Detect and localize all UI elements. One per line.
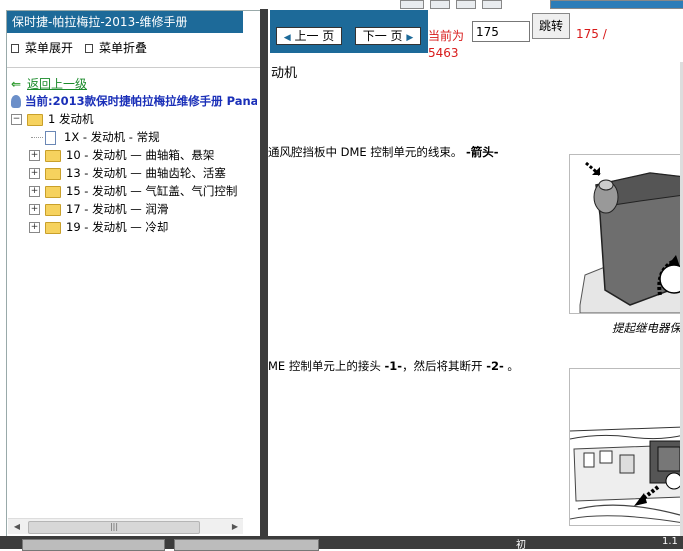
panel-splitter[interactable] — [260, 9, 268, 536]
scroll-right-icon[interactable]: ▶ — [229, 521, 241, 533]
instruction-body: ，然后将其断开 — [402, 359, 487, 373]
expand-menu-label: 菜单展开 — [25, 41, 74, 55]
collapse-menu-button[interactable]: 菜单折叠 — [85, 39, 147, 56]
arrow-left-icon: ◀ — [283, 33, 291, 43]
location-icon — [11, 95, 21, 108]
expand-toggle-icon[interactable]: + — [29, 222, 40, 233]
toc-panel: 保时捷-帕拉梅拉-2013-维修手册 菜单展开 菜单折叠 ⇐ 返回上一级 当前:2… — [6, 10, 261, 538]
taskbar-button[interactable] — [174, 539, 319, 551]
back-arrow-icon: ⇐ — [11, 77, 22, 91]
instruction-body: ME 控制单元上的接头 — [268, 359, 385, 373]
folder-icon — [45, 221, 61, 234]
folder-icon — [45, 149, 61, 162]
horizontal-scrollbar[interactable]: ◀ ||| ▶ — [8, 518, 243, 534]
status-text: 1.1 — [662, 536, 678, 547]
figure-caption: 提起继电器保 — [612, 321, 681, 335]
next-page-button[interactable]: 下一 页 ▶ — [355, 27, 421, 45]
current-location: 当前:2013款保时捷帕拉梅拉维修手册 Panam — [11, 93, 257, 109]
expand-toggle-icon[interactable]: + — [29, 168, 40, 179]
connector-illustration — [570, 369, 683, 525]
page-total: 175 / — [576, 27, 607, 41]
tree-item[interactable]: 1X - 发动机 - 常规 — [31, 129, 160, 145]
prev-page-label: 上一 页 — [294, 29, 335, 43]
arrow-right-icon: ▶ — [406, 33, 414, 43]
tree-root[interactable]: − 1 发动机 — [11, 111, 93, 127]
page-jump: 当前为 跳转 175 / 5463 — [428, 10, 683, 62]
toolbar-thumb[interactable] — [400, 0, 424, 9]
tree-item[interactable]: +15 - 发动机 — 气缸盖、气门控制 — [29, 183, 237, 199]
current-location-label: 当前:2013款保时捷帕拉梅拉维修手册 Panam — [25, 94, 257, 108]
callout-reference: -2- — [486, 359, 504, 373]
collapse-toggle-icon[interactable]: − — [11, 114, 22, 125]
next-page-label: 下一 页 — [362, 29, 403, 43]
folder-open-icon — [27, 113, 43, 126]
tree-item[interactable]: +17 - 发动机 — 润滑 — [29, 201, 168, 217]
folder-icon — [45, 167, 61, 180]
jump-button[interactable]: 跳转 — [532, 13, 570, 39]
figure-relay-box — [569, 154, 683, 314]
instruction-body: 通风腔挡板中 DME 控制单元的线束。 — [268, 145, 467, 159]
document-icon — [45, 130, 56, 145]
toolbar-thumb[interactable] — [430, 0, 450, 9]
arrow-reference: -箭头- — [466, 145, 499, 159]
tree-item[interactable]: +10 - 发动机 — 曲轴箱、悬架 — [29, 147, 214, 163]
scrollbar-thumb[interactable]: ||| — [28, 521, 200, 534]
tree-item-label: 19 - 发动机 — 冷却 — [66, 220, 169, 234]
folder-icon — [45, 185, 61, 198]
page-nav-bar: ◀ 上一 页 下一 页 ▶ — [270, 10, 428, 53]
top-window-strip — [0, 0, 683, 9]
toolbar-thumb[interactable] — [456, 0, 476, 9]
page-count: 5463 — [428, 46, 459, 60]
scroll-left-icon[interactable]: ◀ — [11, 521, 23, 533]
collapse-menu-label: 菜单折叠 — [99, 41, 148, 55]
tree-item-label: 15 - 发动机 — 气缸盖、气门控制 — [66, 184, 238, 198]
manual-title: 保时捷-帕拉梅拉-2013-维修手册 — [7, 11, 243, 33]
tree-connector — [31, 137, 43, 138]
tree-item-label: 1X - 发动机 - 常规 — [64, 130, 160, 144]
browser-strip — [550, 0, 683, 9]
expand-menu-button[interactable]: 菜单展开 — [11, 39, 73, 56]
toolbar-thumb[interactable] — [482, 0, 502, 9]
expand-toggle-icon[interactable]: + — [29, 150, 40, 161]
square-icon — [85, 44, 93, 53]
page-number-input[interactable] — [472, 21, 530, 42]
tree-item[interactable]: +13 - 发动机 — 曲轴齿轮、活塞 — [29, 165, 226, 181]
prev-page-button[interactable]: ◀ 上一 页 — [276, 27, 342, 45]
back-link[interactable]: ⇐ 返回上一级 — [11, 75, 87, 92]
tree-item-label: 10 - 发动机 — 曲轴箱、悬架 — [66, 148, 215, 162]
taskbar-button[interactable] — [22, 539, 165, 551]
callout-reference: -1- — [384, 359, 403, 373]
tree-item-label: 13 - 发动机 — 曲轴齿轮、活塞 — [66, 166, 226, 180]
back-link-label: 返回上一级 — [27, 77, 88, 91]
expand-toggle-icon[interactable]: + — [29, 186, 40, 197]
relay-box-illustration — [570, 155, 683, 313]
taskbar: 初 1.1 — [0, 536, 683, 551]
instruction-body: 。 — [503, 359, 519, 373]
tree-item[interactable]: +19 - 发动机 — 冷却 — [29, 219, 168, 235]
figure-connector — [569, 368, 683, 526]
square-icon — [11, 44, 19, 53]
instruction-text: 通风腔挡板中 DME 控制单元的线束。 -箭头- — [268, 144, 499, 160]
tree-root-label: 1 发动机 — [48, 112, 94, 126]
section-heading: 动机 — [271, 66, 298, 81]
folder-icon — [45, 203, 61, 216]
divider — [7, 67, 260, 68]
tree-item-label: 17 - 发动机 — 润滑 — [66, 202, 169, 216]
instruction-text: ME 控制单元上的接头 -1-，然后将其断开 -2- 。 — [268, 358, 519, 374]
current-page-label: 当前为 — [428, 29, 465, 43]
expand-toggle-icon[interactable]: + — [29, 204, 40, 215]
